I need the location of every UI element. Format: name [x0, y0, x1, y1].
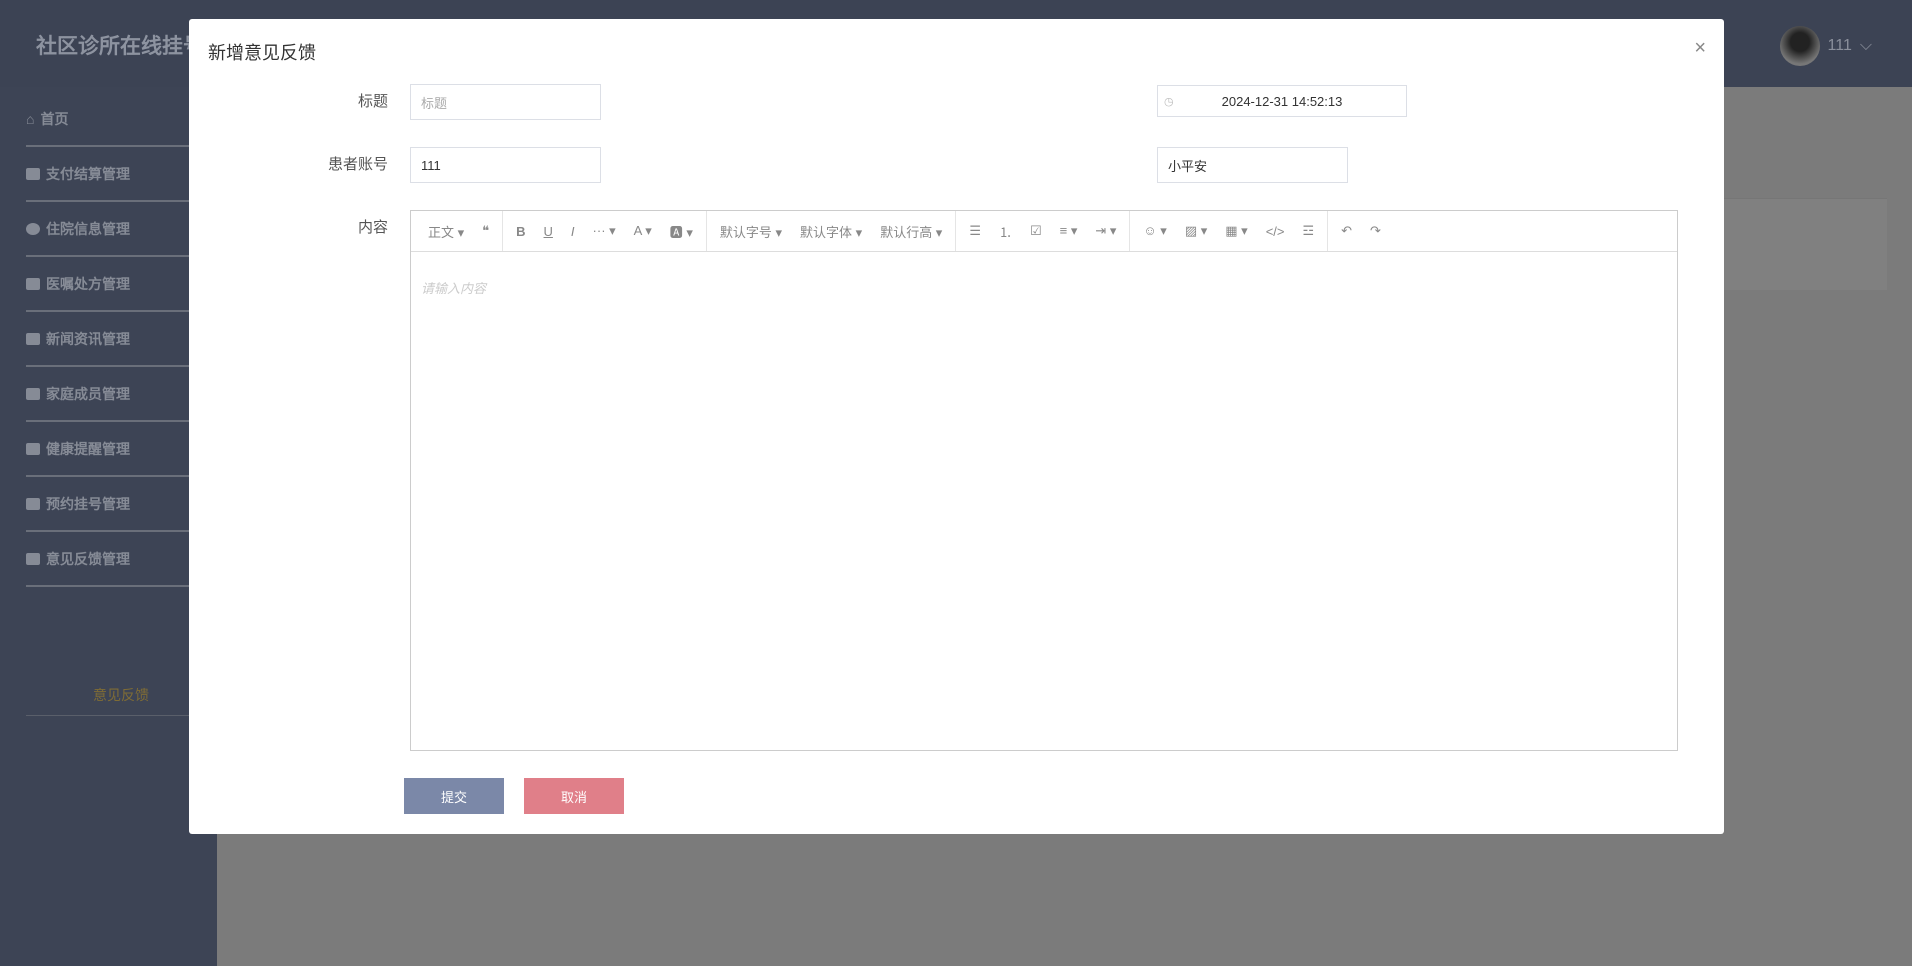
sidebar-item-home[interactable]: ⌂ 首页 [26, 92, 216, 147]
numbered-list-icon[interactable]: ⒈ [990, 222, 1021, 241]
clock-icon: ◷ [1164, 95, 1174, 108]
inbox-icon [26, 552, 40, 565]
table-icon[interactable]: ▦ ▾ [1216, 223, 1256, 239]
font-color-icon[interactable]: A ▾ [625, 223, 661, 239]
folder-icon [26, 277, 40, 290]
bullet-list-icon[interactable]: ☰ [960, 223, 990, 239]
bold-icon[interactable]: B [507, 224, 534, 239]
sidebar-item-inpatient[interactable]: 住院信息管理﹀ [26, 202, 216, 257]
content-label: 内容 [357, 219, 388, 236]
home-icon: ⌂ [26, 110, 35, 127]
underline-icon[interactable]: U [535, 224, 562, 239]
todo-icon[interactable]: ☑ [1021, 223, 1051, 239]
editor-placeholder: 请输入内容 [421, 281, 487, 296]
cancel-button[interactable]: 取消 [524, 778, 624, 814]
label: 预约挂号管理 [46, 495, 130, 512]
sidebar-item-feedback[interactable]: 意见反馈管理︿ [26, 532, 216, 587]
divider-icon[interactable]: ☲ [1293, 223, 1323, 239]
briefcase-icon [26, 167, 40, 180]
code-icon[interactable]: </> [1257, 224, 1294, 239]
quote-icon[interactable]: ❝ [473, 223, 498, 239]
sidebar-subitem-feedback[interactable]: 意见反馈 [26, 674, 216, 716]
align-icon[interactable]: ≡ ▾ [1051, 223, 1087, 239]
label: 住院信息管理 [46, 220, 130, 237]
redo-icon[interactable]: ↷ [1361, 223, 1390, 239]
label: 健康提醒管理 [46, 440, 130, 457]
background-table [1724, 198, 1887, 290]
username: 111 [1827, 37, 1852, 54]
submit-button[interactable]: 提交 [404, 778, 504, 814]
indent-icon[interactable]: ⇥ ▾ [1086, 223, 1125, 239]
emoji-icon[interactable]: ☺ ▾ [1134, 223, 1175, 239]
card-icon [26, 387, 40, 400]
calendar-icon [26, 442, 40, 455]
font-family-select[interactable]: 默认字体 ▾ [791, 222, 871, 241]
font-size-select[interactable]: 默认字号 ▾ [711, 222, 791, 241]
title-label: 标题 [357, 93, 388, 110]
user-menu[interactable]: 111 ⌵ [1779, 26, 1872, 66]
time-input[interactable]: ◷ 2024-12-31 14:52:13 [1157, 85, 1407, 117]
label: 新闻资讯管理 [46, 330, 130, 347]
title-input[interactable]: 标题 [410, 84, 601, 120]
sidebar-item-payment[interactable]: 支付结算管理﹀ [26, 147, 216, 202]
thumb-icon [26, 497, 40, 510]
chevron-down-icon: ⌵ [1859, 37, 1872, 54]
account-label: 患者账号 [327, 156, 388, 173]
time-value: 2024-12-31 14:52:13 [1221, 93, 1343, 109]
label: 家庭成员管理 [46, 385, 130, 402]
label: 意见反馈管理 [46, 550, 130, 567]
more-icon[interactable]: ··· ▾ [584, 223, 625, 239]
crop-icon [26, 332, 40, 345]
sidebar-item-prescription[interactable]: 医嘱处方管理﹀ [26, 257, 216, 312]
label: 支付结算管理 [46, 165, 130, 182]
label: 医嘱处方管理 [46, 275, 130, 292]
circle-icon [26, 222, 40, 235]
line-height-select[interactable]: 默认行高 ▾ [871, 222, 951, 241]
name-input[interactable]: 小平安 [1157, 147, 1348, 183]
account-input[interactable]: 111 [410, 147, 601, 183]
rich-text-editor[interactable]: 正文 ▾ ❝ B U I ··· ▾ A ▾ 🅰 ▾ 默认字号 ▾ 默认字体 ▾… [410, 210, 1678, 751]
editor-toolbar: 正文 ▾ ❝ B U I ··· ▾ A ▾ 🅰 ▾ 默认字号 ▾ 默认字体 ▾… [411, 211, 1677, 252]
dialog-title: 新增意见反馈 [208, 43, 316, 63]
bg-color-icon[interactable]: 🅰 ▾ [661, 222, 702, 241]
sidebar-item-news[interactable]: 新闻资讯管理﹀ [26, 312, 216, 367]
app-title: 社区诊所在线挂号 [36, 35, 204, 58]
sidebar-item-health[interactable]: 健康提醒管理﹀ [26, 422, 216, 477]
undo-icon[interactable]: ↶ [1332, 223, 1361, 239]
sidebar: ⌂ 首页 支付结算管理﹀ 住院信息管理﹀ 医嘱处方管理﹀ 新闻资讯管理﹀ 家庭成员… [0, 87, 217, 966]
avatar [1779, 26, 1820, 66]
label: 首页 [40, 110, 69, 127]
close-icon[interactable]: × [1694, 37, 1706, 60]
add-feedback-dialog: 新增意见反馈 × 标题 标题 反馈时间 ◷ 2024-12-31 14:52:1… [189, 19, 1724, 834]
italic-icon[interactable]: I [562, 224, 584, 239]
heading-button[interactable]: 正文 ▾ [419, 222, 473, 241]
sidebar-item-appointment[interactable]: 预约挂号管理﹀ [26, 477, 216, 532]
image-icon[interactable]: ▨ ▾ [1176, 223, 1216, 239]
sidebar-item-family[interactable]: 家庭成员管理﹀ [26, 367, 216, 422]
